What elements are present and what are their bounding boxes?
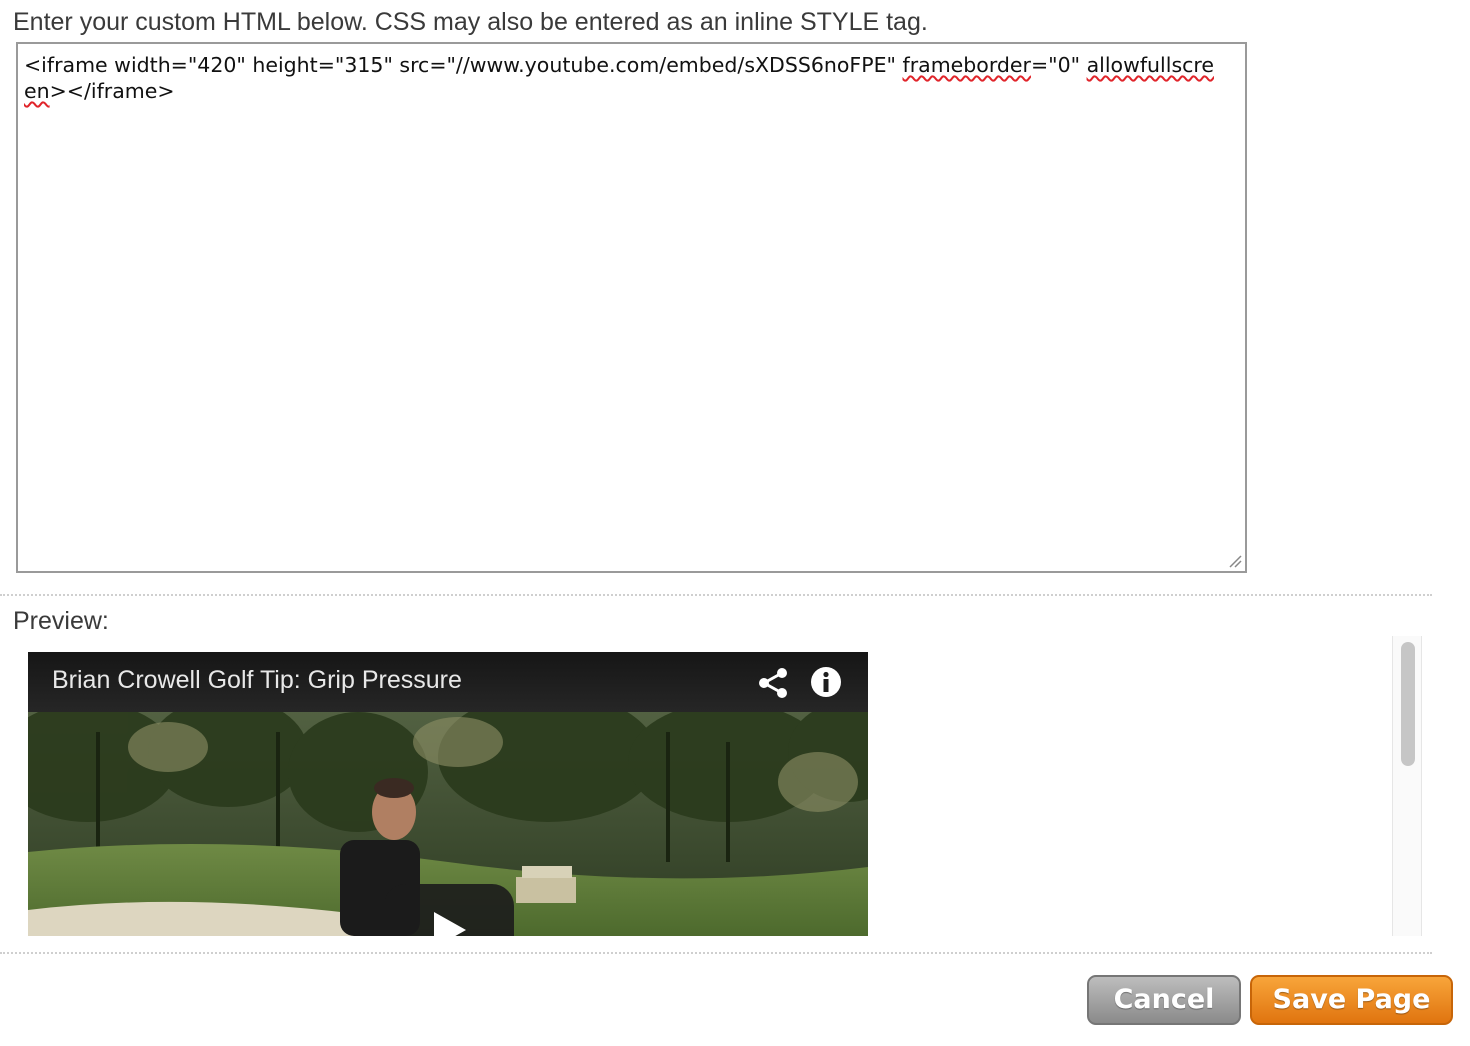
divider-top [0,594,1432,596]
video-embed[interactable]: Brian Crowell Golf Tip: Grip Pressure [28,652,868,936]
code-segment: <iframe width="420" height="315" src="//… [24,53,903,77]
cancel-button[interactable]: Cancel [1087,975,1241,1025]
code-segment: ></iframe> [49,79,175,103]
instructions-text: Enter your custom HTML below. CSS may al… [13,8,928,36]
play-icon [434,912,466,936]
preview-scrollbar[interactable] [1392,636,1422,936]
video-title[interactable]: Brian Crowell Golf Tip: Grip Pressure [52,666,462,695]
code-segment: ="0" [1030,53,1087,77]
html-code-content[interactable]: <iframe width="420" height="315" src="//… [24,52,1224,104]
html-code-textarea[interactable]: <iframe width="420" height="315" src="//… [16,42,1247,573]
play-button[interactable] [384,884,514,936]
resize-handle-icon[interactable] [1228,554,1242,568]
share-icon[interactable] [756,666,790,700]
video-title-bar: Brian Crowell Golf Tip: Grip Pressure [28,652,868,712]
save-page-button[interactable]: Save Page [1250,975,1453,1025]
preview-frame: Brian Crowell Golf Tip: Grip Pressure [28,636,1422,936]
misspelled-word: frameborder [902,53,1031,77]
preview-label: Preview: [13,607,109,635]
info-icon[interactable] [810,666,842,698]
divider-bottom [0,952,1432,954]
scrollbar-thumb[interactable] [1401,642,1415,766]
